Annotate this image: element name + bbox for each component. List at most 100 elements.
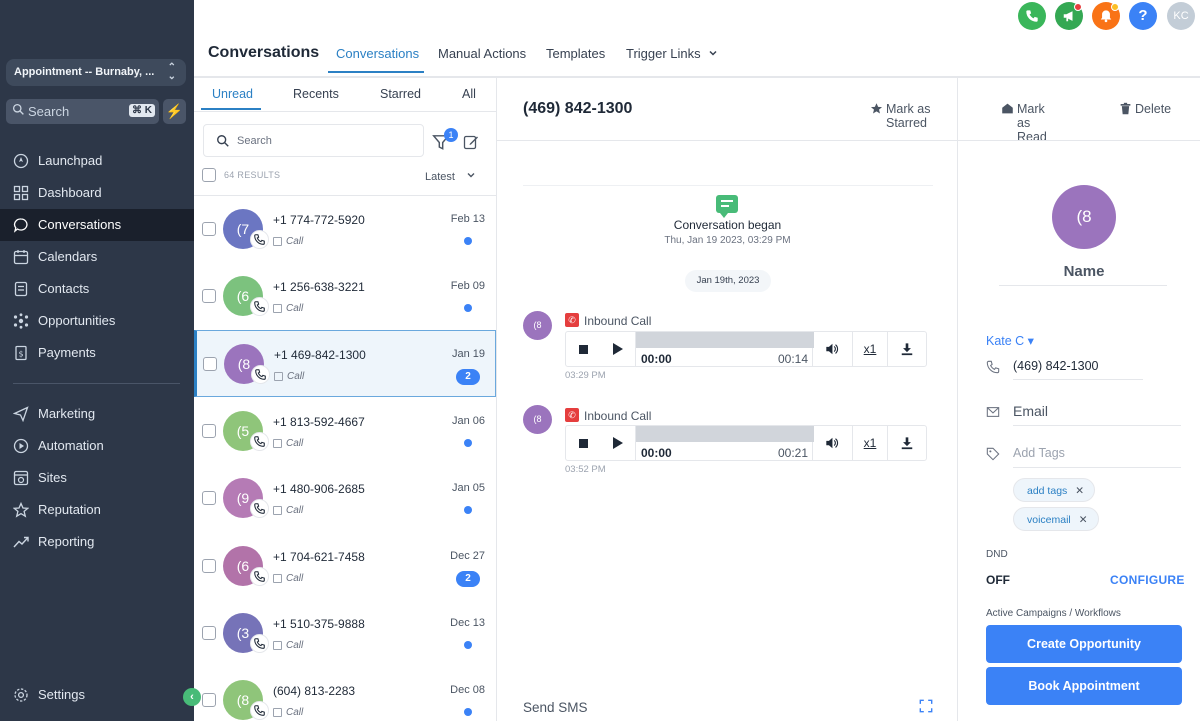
sidebar-item-opportunities[interactable]: Opportunities	[0, 305, 194, 337]
conversation-row-selected[interactable]: (8 +1 469-842-1300 Call Jan 19 2	[194, 330, 496, 397]
contact-name[interactable]: Name	[959, 263, 1200, 280]
sidebar-item-marketing[interactable]: Marketing	[0, 398, 194, 430]
play-button[interactable]	[613, 343, 623, 355]
results-count: 64 RESULTS	[224, 170, 281, 180]
contact-avatar: (8	[1052, 185, 1116, 249]
tags-placeholder: Add Tags	[1013, 446, 1065, 460]
stop-button[interactable]	[579, 345, 588, 354]
remove-tag-icon[interactable]: ✕	[1075, 485, 1084, 497]
audio-progress-track[interactable]: 00:00 00:21	[635, 426, 814, 460]
sidebar-item-reporting[interactable]: Reporting	[0, 526, 194, 558]
sidebar-item-reputation[interactable]: Reputation	[0, 494, 194, 526]
sidebar-item-calendars[interactable]: Calendars	[0, 241, 194, 273]
help-button[interactable]: ?	[1129, 2, 1157, 30]
conversation-row[interactable]: (5 +1 813-592-4667 Call Jan 06	[194, 398, 496, 465]
conversation-type: Call	[273, 707, 303, 718]
sidebar-item-automation[interactable]: Automation	[0, 430, 194, 462]
email-field[interactable]: Email	[986, 403, 1182, 419]
announcements-button[interactable]	[1055, 2, 1083, 30]
message-composer-input[interactable]: Send SMS	[523, 700, 588, 715]
audio-duration: 00:14	[777, 352, 808, 366]
expand-icon[interactable]	[919, 699, 933, 713]
row-checkbox[interactable]	[202, 289, 216, 303]
user-avatar[interactable]: KC	[1167, 2, 1195, 30]
mark-starred-button[interactable]: Mark as Starred	[870, 102, 957, 130]
phone-button[interactable]	[1018, 2, 1046, 30]
list-tab-unread[interactable]: Unread	[212, 87, 253, 101]
row-checkbox[interactable]	[202, 693, 216, 707]
conversation-row[interactable]: (6 +1 256-638-3221 Call Feb 09	[194, 263, 496, 330]
row-checkbox[interactable]	[202, 626, 216, 640]
assigned-user-select[interactable]: Kate C ▾	[986, 333, 1034, 348]
download-icon[interactable]	[900, 342, 914, 356]
tab-templates[interactable]: Templates	[546, 46, 605, 61]
phone-icon	[250, 297, 269, 316]
sidebar-item-contacts[interactable]: Contacts	[0, 273, 194, 305]
row-checkbox[interactable]	[202, 491, 216, 505]
conversation-type: Call	[273, 303, 303, 314]
phone-icon	[250, 567, 269, 586]
tab-conversations[interactable]: Conversations	[336, 46, 419, 61]
conversation-row[interactable]: (3 +1 510-375-9888 Call Dec 13	[194, 600, 496, 667]
lightning-icon: ⚡	[165, 103, 184, 119]
tab-trigger-links[interactable]: Trigger Links	[626, 46, 718, 61]
row-checkbox[interactable]	[202, 222, 216, 236]
location-switcher[interactable]: Appointment -- Burnaby, ... ⌃ ⌄	[6, 59, 186, 86]
list-tab-all[interactable]: All	[462, 87, 476, 101]
sidebar-item-launchpad[interactable]: Launchpad	[0, 145, 194, 177]
phone-field[interactable]: (469) 842-1300	[986, 359, 1182, 374]
stop-button[interactable]	[579, 439, 588, 448]
sidebar-item-conversations[interactable]: Conversations	[0, 209, 194, 241]
tab-manual-actions[interactable]: Manual Actions	[438, 46, 526, 61]
conversation-row[interactable]: (8 (604) 813-2283 Call Dec 08	[194, 667, 496, 721]
message-time: 03:29 PM	[565, 370, 606, 381]
notifications-button[interactable]	[1092, 2, 1120, 30]
list-tab-starred[interactable]: Starred	[380, 87, 421, 101]
list-tab-recents[interactable]: Recents	[293, 87, 339, 101]
sort-select[interactable]: Latest	[425, 170, 476, 183]
conversation-row[interactable]: (9 +1 480-906-2685 Call Jan 05	[194, 465, 496, 532]
select-all-checkbox[interactable]	[202, 168, 216, 182]
sidebar-item-dashboard[interactable]: Dashboard	[0, 177, 194, 209]
star-icon	[870, 103, 883, 114]
sidebar-search-input[interactable]: Search ⌘ K	[6, 99, 159, 124]
conversation-date: Jan 19	[451, 348, 485, 360]
phone-icon	[250, 432, 269, 451]
conversation-search-input[interactable]: Search	[203, 124, 424, 157]
sidebar-item-sites[interactable]: Sites	[0, 462, 194, 494]
row-checkbox[interactable]	[202, 559, 216, 573]
chevron-left-icon: ‹	[190, 691, 194, 703]
configure-dnd-button[interactable]: CONFIGURE	[1110, 573, 1185, 587]
book-appointment-button[interactable]: Book Appointment	[986, 667, 1182, 705]
tags-input[interactable]: Add Tags	[986, 446, 1182, 461]
conversation-type: Call	[273, 573, 303, 584]
playback-speed-button[interactable]: x1	[852, 426, 888, 460]
play-button[interactable]	[613, 437, 623, 449]
collapse-sidebar-button[interactable]: ‹	[183, 688, 201, 706]
sidebar-item-label: Marketing	[38, 406, 96, 421]
row-checkbox[interactable]	[203, 357, 217, 371]
call-type-icon	[273, 439, 282, 448]
compose-icon[interactable]	[463, 134, 479, 150]
remove-tag-icon[interactable]: ✕	[1079, 514, 1088, 526]
conversation-row[interactable]: (6 +1 704-621-7458 Call Dec 27 2	[194, 533, 496, 600]
call-type-icon	[273, 641, 282, 650]
sidebar-item-payments[interactable]: $ Payments	[0, 337, 194, 369]
delete-button[interactable]: Delete	[1119, 102, 1171, 116]
conversation-row[interactable]: (7 +1 774-772-5920 Call Feb 13	[194, 196, 496, 263]
audio-progress-track[interactable]: 00:00 00:14	[635, 332, 814, 366]
volume-icon[interactable]	[825, 436, 839, 450]
sidebar-item-settings[interactable]: Settings	[0, 679, 194, 711]
rocket-icon	[13, 153, 29, 169]
row-checkbox[interactable]	[202, 424, 216, 438]
playback-speed-button[interactable]: x1	[852, 332, 888, 366]
phone-icon	[250, 230, 269, 249]
phone-icon	[250, 499, 269, 518]
volume-icon[interactable]	[825, 342, 839, 356]
download-icon[interactable]	[900, 436, 914, 450]
create-opportunity-button[interactable]: Create Opportunity	[986, 625, 1182, 663]
quick-actions-button[interactable]: ⚡	[163, 99, 186, 124]
mark-read-button[interactable]: Mark as Read	[1001, 102, 1047, 144]
message-avatar: (8	[523, 311, 552, 340]
bell-icon	[1100, 10, 1112, 23]
